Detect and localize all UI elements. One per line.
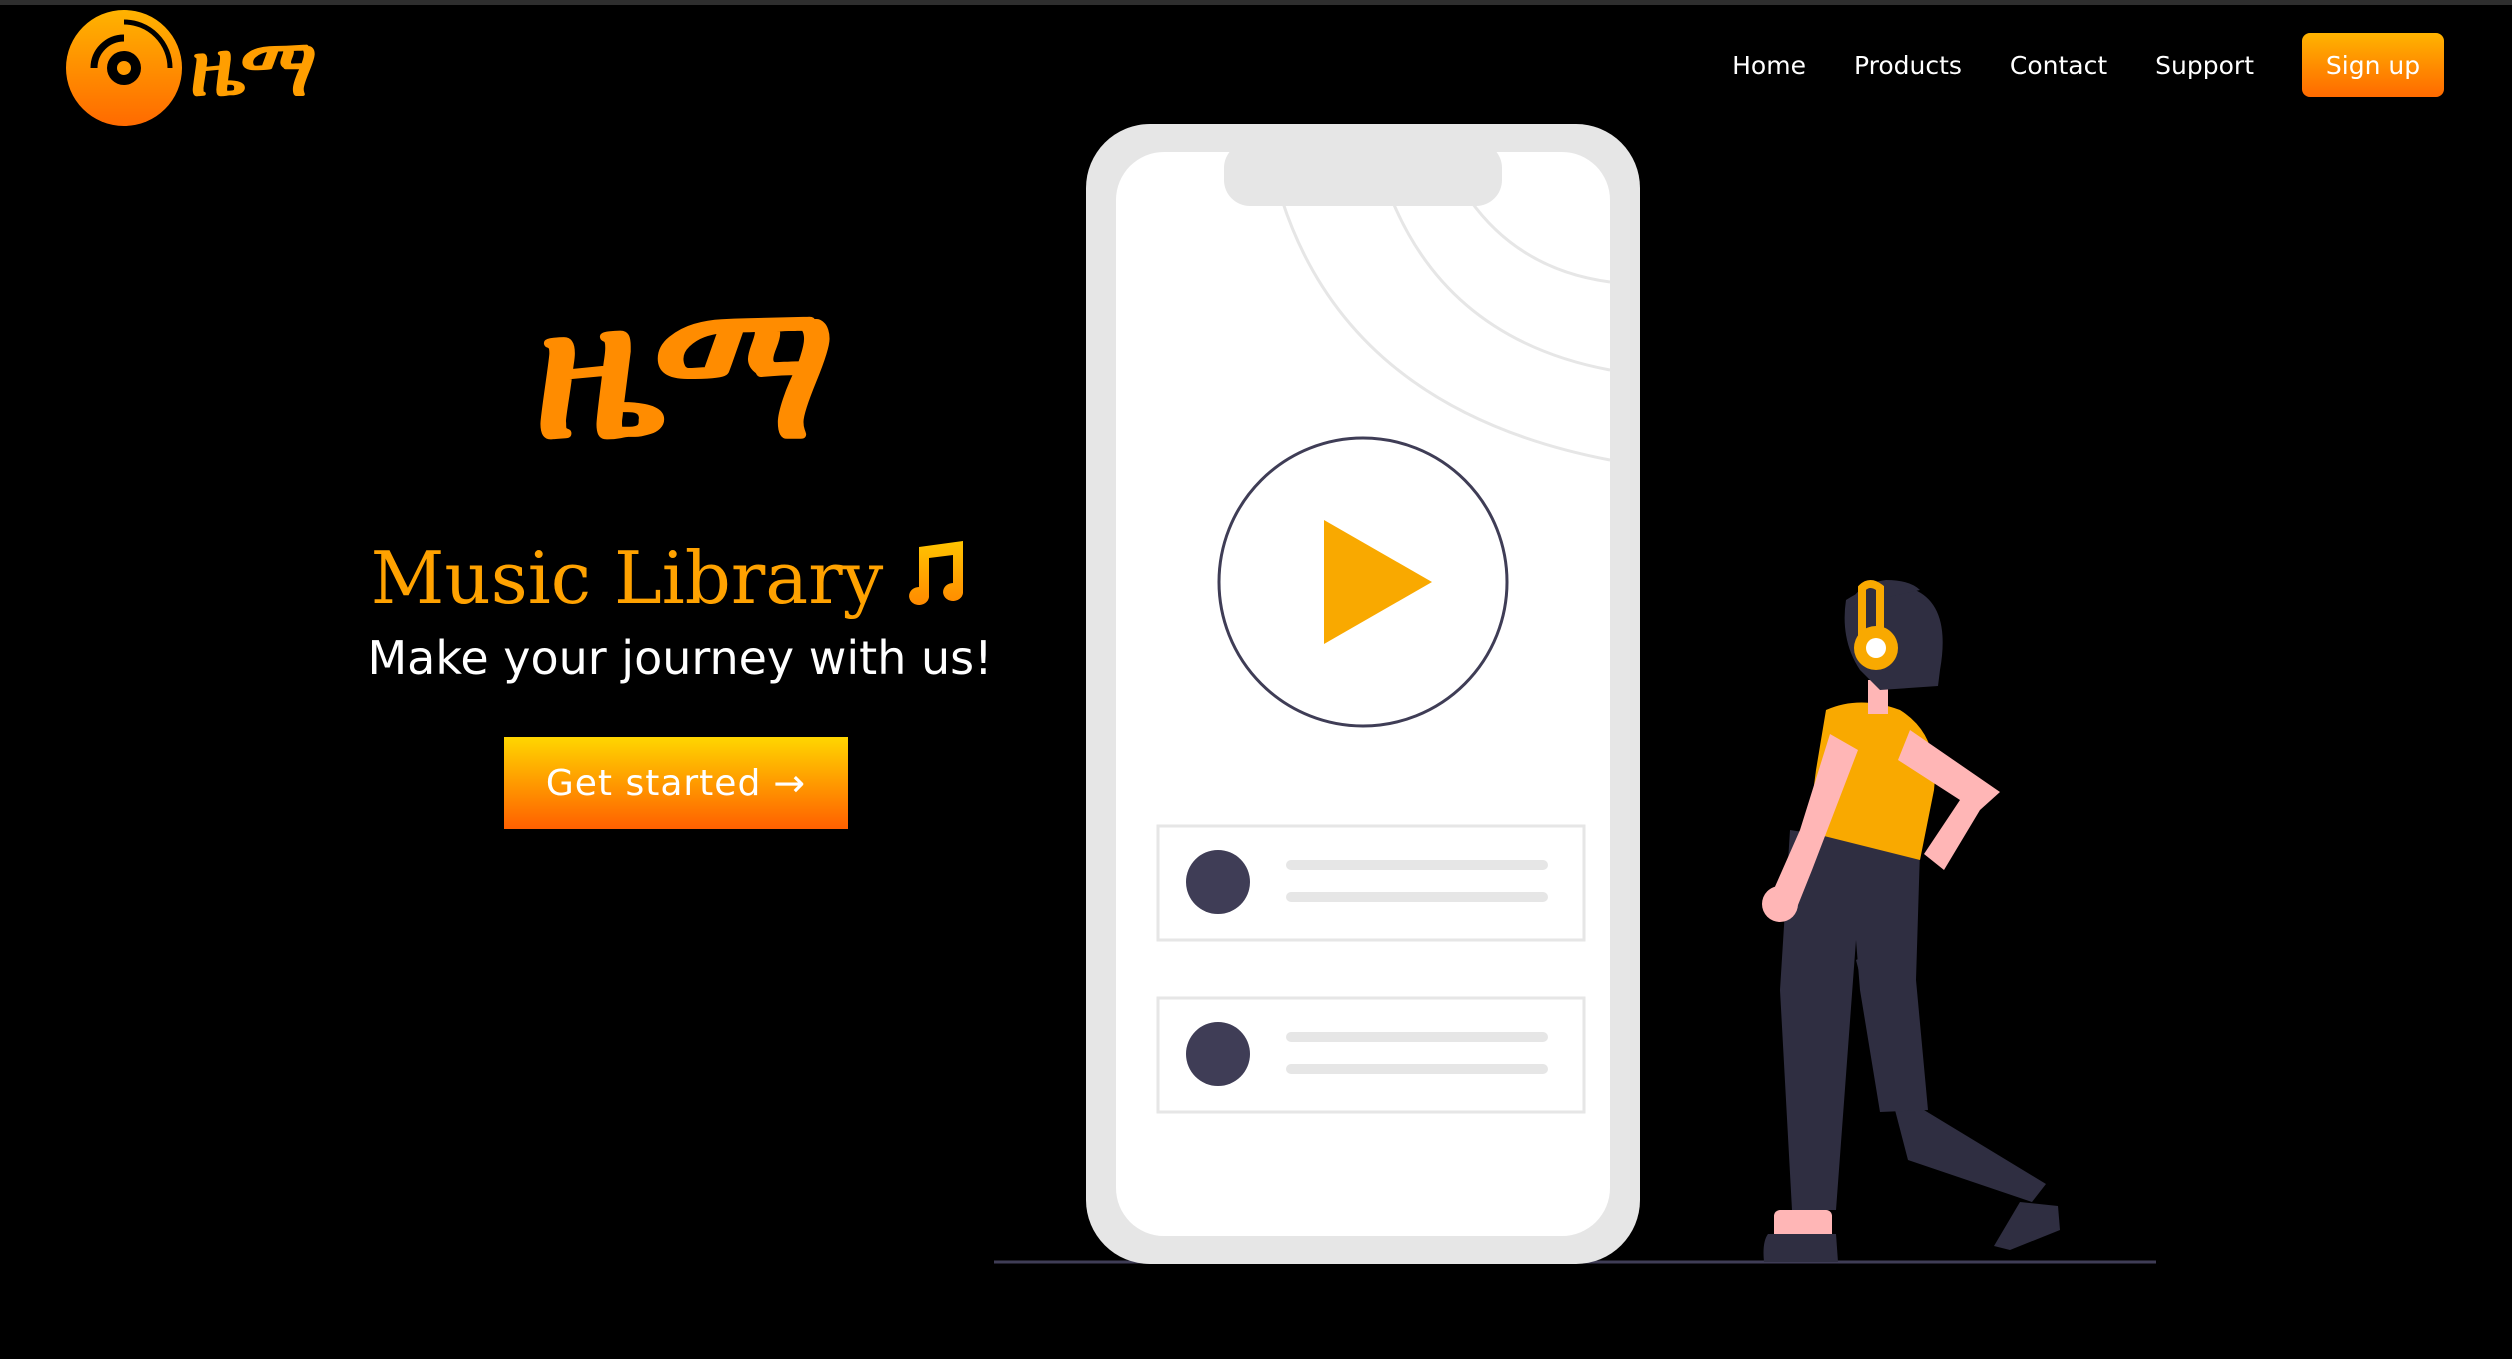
track-card [1156,996,1586,1114]
nav-products[interactable]: Products [1854,51,1962,80]
vinyl-disc-icon [66,10,182,126]
nav-home[interactable]: Home [1732,51,1806,80]
hero-subtitle-row: Music Library [360,528,980,634]
phone-notch [1224,142,1502,206]
get-started-label: Get started [545,762,762,804]
logo-text: ዜማ [190,20,317,114]
hero-subtitle: Music Library [370,536,884,620]
nav-support[interactable]: Support [2155,51,2254,80]
arrow-right-icon: → [773,761,807,805]
phone-music-illustration [994,124,2156,1264]
listener-figure [1762,580,2060,1262]
get-started-button[interactable]: Get started → [504,737,848,829]
brand-logo[interactable]: ዜማ [66,4,406,130]
hero-tagline: Make your journey with us! [367,631,993,685]
track-card [1156,824,1586,942]
nav-contact[interactable]: Contact [2010,51,2107,80]
music-note-icon [897,534,969,634]
hero-title: ዜማ [533,258,836,481]
signup-button[interactable]: Sign up [2302,33,2444,97]
main-nav: Home Products Contact Support Sign up [1732,32,2444,98]
